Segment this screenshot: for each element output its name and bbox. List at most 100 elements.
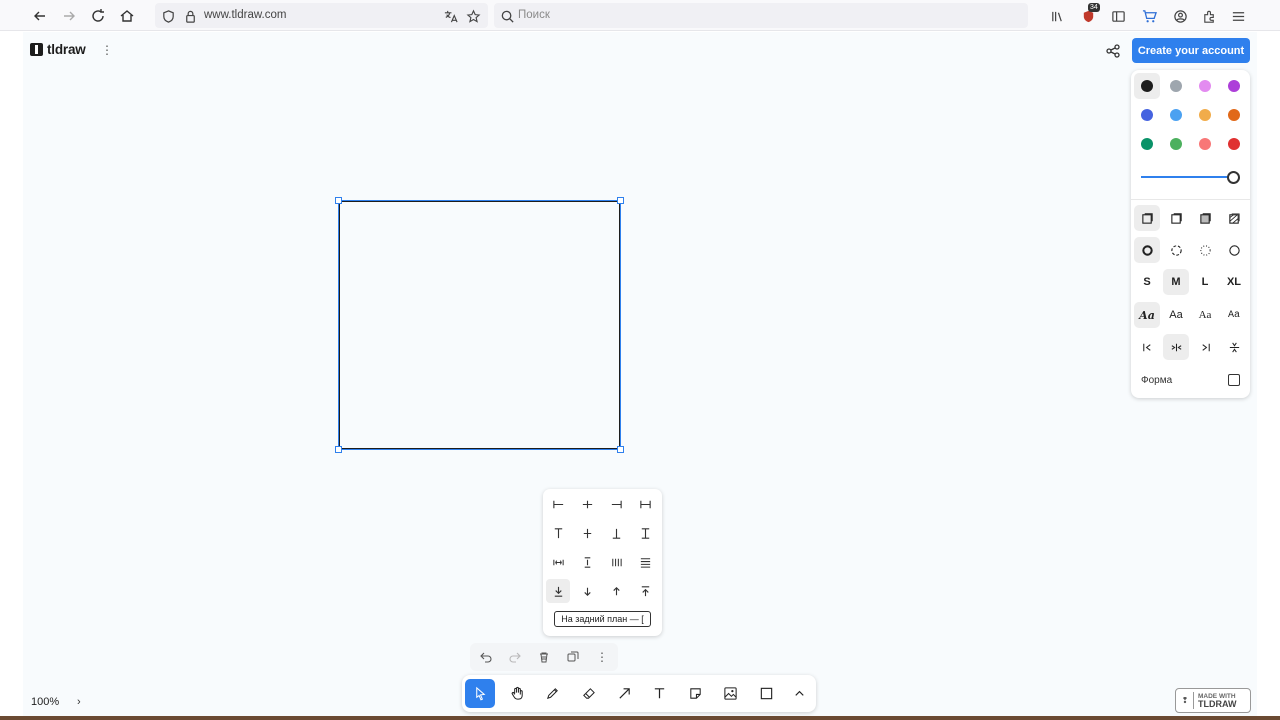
- delete-icon[interactable]: [537, 650, 551, 664]
- draw-tool-icon[interactable]: [537, 679, 567, 708]
- color-swatch[interactable]: [1141, 80, 1153, 92]
- opacity-slider-thumb[interactable]: [1227, 171, 1240, 184]
- note-tool-icon[interactable]: [680, 679, 710, 708]
- color-swatch[interactable]: [1228, 138, 1240, 150]
- align-bottom-icon[interactable]: [604, 521, 628, 545]
- more-actions-icon[interactable]: ⋮: [595, 650, 609, 664]
- text-tool-icon[interactable]: [644, 679, 674, 708]
- color-swatch[interactable]: [1199, 109, 1211, 121]
- shape-checkbox[interactable]: [1228, 374, 1240, 386]
- color-swatch[interactable]: [1141, 138, 1153, 150]
- color-swatch[interactable]: [1199, 80, 1211, 92]
- font-sans-button[interactable]: Aa: [1163, 302, 1189, 328]
- color-swatch[interactable]: [1170, 138, 1182, 150]
- eraser-tool-icon[interactable]: [573, 679, 603, 708]
- style-panel: S M L XL Aa Aa Aa Aa Форма: [1131, 70, 1250, 398]
- font-mono-button[interactable]: Aa: [1221, 302, 1247, 328]
- color-swatch[interactable]: [1141, 109, 1153, 121]
- fill-semi-button[interactable]: [1163, 205, 1189, 231]
- translate-icon[interactable]: [440, 6, 460, 26]
- app-logo[interactable]: tldraw: [30, 42, 86, 57]
- opacity-slider-track[interactable]: [1141, 176, 1233, 178]
- pack-horizontal-icon[interactable]: [604, 550, 628, 574]
- main-menu-icon[interactable]: ⋮: [101, 43, 113, 57]
- bookmark-star-icon[interactable]: [463, 6, 483, 26]
- reload-icon[interactable]: [87, 5, 109, 27]
- align-top-icon[interactable]: [546, 521, 570, 545]
- bring-forward-icon[interactable]: [604, 579, 628, 603]
- panel-divider: [1131, 199, 1250, 200]
- zoom-level[interactable]: 100%: [31, 696, 59, 708]
- search-placeholder: Поиск: [518, 9, 550, 21]
- align-middle-icon[interactable]: [1163, 334, 1189, 360]
- pack-vertical-icon[interactable]: [633, 550, 657, 574]
- align-left-icon[interactable]: [546, 492, 570, 516]
- align-end-icon[interactable]: [1192, 334, 1218, 360]
- distribute-horizontal-icon[interactable]: [546, 550, 570, 574]
- lock-icon[interactable]: [180, 6, 200, 26]
- arrow-tool-icon[interactable]: [609, 679, 639, 708]
- create-account-button[interactable]: Create your account: [1132, 38, 1250, 63]
- send-backward-icon[interactable]: [575, 579, 599, 603]
- align-start-icon[interactable]: [1134, 334, 1160, 360]
- menu-icon[interactable]: [1228, 6, 1248, 26]
- align-right-icon[interactable]: [604, 492, 628, 516]
- dash-dashed-button[interactable]: [1163, 237, 1189, 263]
- send-to-back-icon[interactable]: [546, 579, 570, 603]
- undo-icon[interactable]: [479, 650, 493, 664]
- more-tools-chevron-up-icon[interactable]: [784, 679, 814, 708]
- sidebar-icon[interactable]: [1108, 6, 1128, 26]
- dash-solid-button[interactable]: [1221, 237, 1247, 263]
- search-bar[interactable]: Поиск: [494, 3, 1028, 28]
- tldraw-logo-icon: [30, 43, 43, 56]
- dash-draw-button[interactable]: [1134, 237, 1160, 263]
- share-icon[interactable]: [1105, 43, 1121, 59]
- extensions-icon[interactable]: [1199, 6, 1219, 26]
- logo-text: tldraw: [47, 42, 86, 57]
- back-icon[interactable]: [29, 5, 51, 27]
- library-icon[interactable]: [1047, 6, 1067, 26]
- dash-dotted-button[interactable]: [1192, 237, 1218, 263]
- hand-tool-icon[interactable]: [502, 679, 532, 708]
- extension-badge: 34: [1088, 3, 1100, 12]
- rectangle-shape[interactable]: [338, 200, 621, 450]
- search-icon: [497, 6, 517, 26]
- account-icon[interactable]: [1170, 6, 1190, 26]
- stretch-vertical-icon[interactable]: [633, 521, 657, 545]
- bring-to-front-icon[interactable]: [633, 579, 657, 603]
- color-swatch[interactable]: [1199, 138, 1211, 150]
- fill-none-button[interactable]: [1134, 205, 1160, 231]
- align-center-horizontal-icon[interactable]: [575, 492, 599, 516]
- stretch-horizontal-icon[interactable]: [633, 492, 657, 516]
- color-swatch[interactable]: [1170, 80, 1182, 92]
- vertical-align-icon[interactable]: [1221, 334, 1247, 360]
- shield-icon[interactable]: [158, 6, 178, 26]
- font-draw-button[interactable]: Aa: [1134, 302, 1160, 328]
- forward-icon[interactable]: [58, 5, 80, 27]
- color-swatch[interactable]: [1228, 80, 1240, 92]
- image-tool-icon[interactable]: [715, 679, 745, 708]
- distribute-vertical-icon[interactable]: [575, 550, 599, 574]
- shape-label: Форма: [1141, 375, 1173, 386]
- font-serif-button[interactable]: Aa: [1192, 302, 1218, 328]
- select-tool-icon[interactable]: [465, 679, 495, 708]
- color-swatch[interactable]: [1170, 109, 1182, 121]
- home-icon[interactable]: [116, 5, 138, 27]
- size-m-button[interactable]: M: [1163, 269, 1189, 295]
- rectangle-tool-icon[interactable]: [751, 679, 781, 708]
- color-swatch[interactable]: [1228, 109, 1240, 121]
- tools-toolbar: [462, 675, 816, 712]
- address-bar[interactable]: www.tldraw.com: [155, 3, 488, 28]
- duplicate-icon[interactable]: [566, 650, 580, 664]
- size-l-button[interactable]: L: [1192, 269, 1218, 295]
- align-center-vertical-icon[interactable]: [575, 521, 599, 545]
- size-xl-button[interactable]: XL: [1221, 269, 1247, 295]
- size-s-button[interactable]: S: [1134, 269, 1160, 295]
- redo-icon[interactable]: [508, 650, 522, 664]
- cart-icon[interactable]: [1139, 6, 1159, 26]
- made-with-tldraw-badge[interactable]: ❢ MADE WITH TLDRAW: [1175, 688, 1251, 713]
- fill-pattern-button[interactable]: [1221, 205, 1247, 231]
- fill-solid-button[interactable]: [1192, 205, 1218, 231]
- minimap-expand-icon[interactable]: ›: [77, 696, 81, 708]
- desktop-strip: [0, 716, 1280, 720]
